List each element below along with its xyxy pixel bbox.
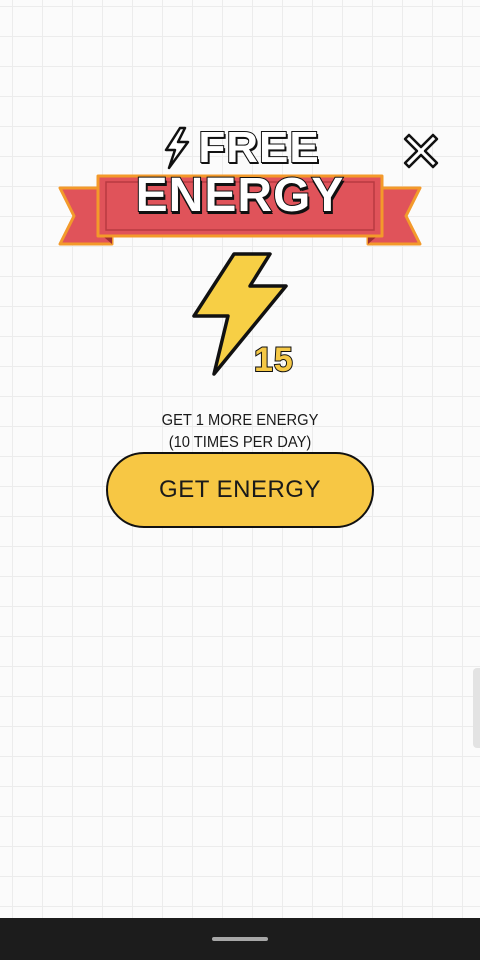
get-energy-button[interactable]: GET ENERGY: [106, 452, 374, 528]
free-energy-screen: FREE ENERGY 15 GET 1 MORE ENERGY (10 TIM…: [0, 0, 480, 960]
close-icon: [403, 133, 439, 169]
info-line-1: GET 1 MORE ENERGY: [161, 412, 319, 429]
title-energy: ENERGY: [135, 169, 345, 222]
energy-count: 15: [253, 340, 294, 380]
get-energy-label: GET ENERGY: [159, 476, 321, 503]
home-gesture-handle[interactable]: [212, 937, 268, 941]
energy-info: GET 1 MORE ENERGY (10 TIMES PER DAY): [111, 410, 369, 454]
title-lightning-icon: [165, 126, 190, 170]
close-button[interactable]: [398, 128, 444, 174]
title-energy-row: ENERGY: [98, 168, 382, 224]
system-navigation-bar: [0, 918, 480, 960]
info-line-2: (10 TIMES PER DAY): [168, 434, 312, 451]
title-free: FREE: [197, 123, 320, 172]
edge-scroll-handle[interactable]: [473, 668, 480, 748]
title-top-row: FREE: [140, 122, 340, 174]
